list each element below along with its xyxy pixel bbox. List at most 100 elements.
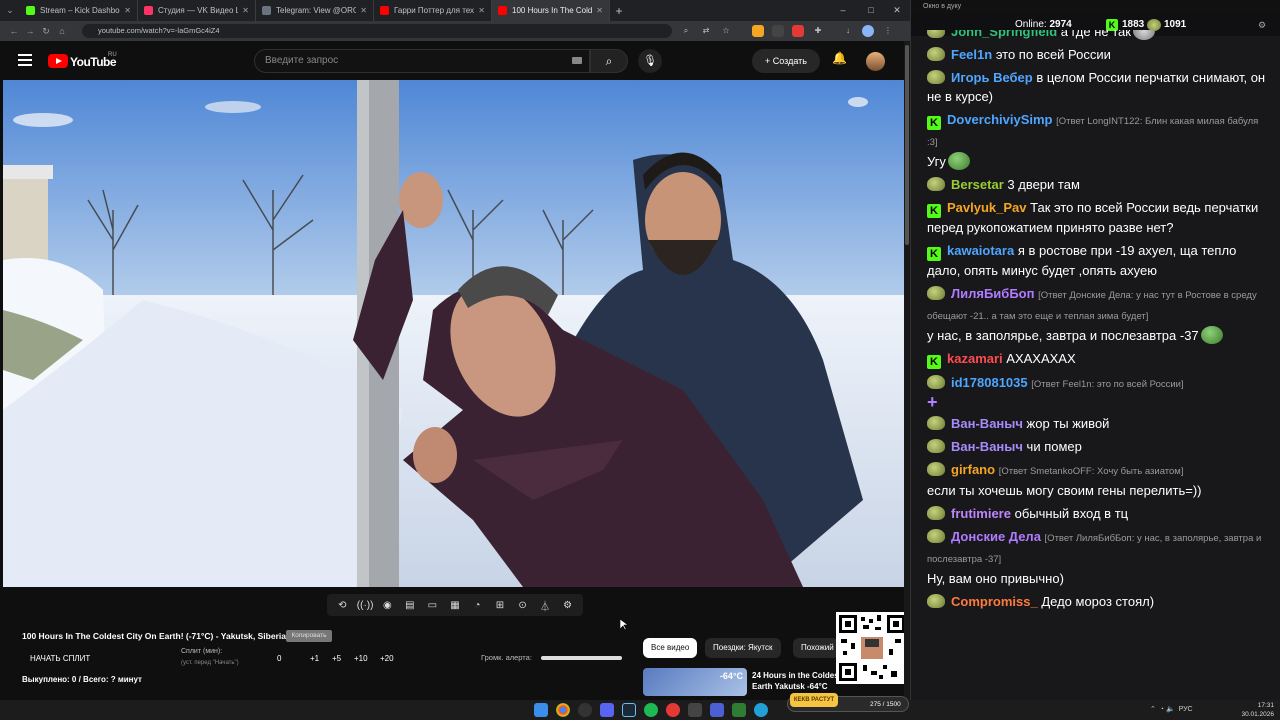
translate-icon[interactable]: ⇄ — [700, 25, 712, 37]
chat-username[interactable]: ЛиляБибБоп — [951, 286, 1034, 301]
volume-icon[interactable]: 🔈 — [1166, 706, 1175, 713]
chat-username[interactable]: girfano — [951, 462, 995, 477]
tab-vk-studio[interactable]: Студия — VK Видео Live✕ — [138, 0, 256, 21]
chat-message: id178081035 [Ответ Feel1n: это по всей Р… — [923, 371, 1273, 412]
profile-icon[interactable] — [862, 25, 874, 37]
start-split-button[interactable]: НАЧАТЬ СПЛИТ — [30, 654, 90, 663]
audio-icon[interactable]: ((·)) — [357, 600, 374, 611]
pip-icon[interactable]: ▭ — [424, 600, 440, 611]
tab-coldest-city[interactable]: 100 Hours In The Coldest C...✕ — [492, 0, 610, 21]
download-icon[interactable]: ↓ — [842, 25, 854, 37]
notifications-bell-icon[interactable]: 🔔 — [832, 51, 847, 65]
extension-control-bar: ⟲ ((·)) ◉ ▤ ▭ ▦ ◔ ⊞ ⊙ ⏃ ⚙ — [327, 594, 583, 616]
split-value-button[interactable]: +20 — [380, 654, 394, 663]
chat-username[interactable]: frutimiere — [951, 506, 1011, 521]
search-input[interactable]: Введите запрос — [254, 49, 590, 73]
camera-icon[interactable]: ⊙ — [515, 600, 531, 611]
language-indicator[interactable]: РУС — [1179, 706, 1193, 713]
account-avatar[interactable] — [866, 52, 885, 71]
menu-icon[interactable] — [18, 54, 32, 66]
eye-icon[interactable]: ◉ — [379, 600, 395, 611]
chat-username[interactable]: Игорь Вебер — [951, 70, 1033, 85]
extension-icon[interactable] — [752, 25, 764, 37]
steam-icon[interactable] — [622, 703, 636, 717]
app-icon[interactable] — [688, 703, 702, 717]
tab-kick-dashboard[interactable]: Stream – Kick Dashboard✕ — [20, 0, 138, 21]
puzzle-icon[interactable]: ✚ — [812, 25, 824, 37]
recommended-title[interactable]: 24 Hours in the Coldest Earth Yakutsk -6… — [752, 670, 842, 694]
add-box-icon[interactable]: ⊞ — [492, 600, 508, 611]
chip-similar[interactable]: Похожий — [793, 638, 839, 658]
app-icon[interactable] — [666, 703, 680, 717]
speed-icon[interactable]: ◔ — [469, 600, 485, 611]
taskbar: ⌃ ◔ 🔈 РУС 17:31 30.01.2026 — [0, 700, 1280, 720]
spotify-icon[interactable] — [644, 703, 658, 717]
film-icon[interactable]: ▤ — [402, 600, 418, 611]
search-button[interactable]: ⌕ — [590, 49, 628, 73]
chat-username[interactable]: id178081035 — [951, 375, 1028, 390]
obs-icon[interactable] — [578, 703, 592, 717]
split-value-button[interactable]: +10 — [354, 654, 368, 663]
telegram-icon[interactable] — [754, 703, 768, 717]
tab-close-icon[interactable]: ✕ — [124, 6, 131, 15]
maximize-button[interactable]: □ — [860, 0, 882, 21]
chat-username[interactable]: Bersetar — [951, 177, 1004, 192]
split-value-button[interactable]: 0 — [277, 654, 281, 663]
tab-close-icon[interactable]: ✕ — [242, 6, 249, 15]
tab-close-icon[interactable]: ✕ — [478, 6, 485, 15]
loop-icon[interactable]: ⟲ — [334, 600, 350, 611]
chat-username[interactable]: DoverchiviySimp — [947, 112, 1053, 127]
windows-start-icon[interactable] — [534, 703, 548, 717]
minimize-button[interactable]: – — [832, 0, 854, 21]
flask-icon[interactable]: ⏃ — [537, 598, 553, 613]
chat-username[interactable]: John_Springfield — [951, 30, 1057, 39]
chat-username[interactable]: Ван-Ваныч — [951, 416, 1023, 431]
extension-icon[interactable] — [792, 25, 804, 37]
close-button[interactable]: ✕ — [886, 0, 908, 21]
zoom-icon[interactable]: ⌕ — [680, 25, 692, 37]
split-hint: (уст. перед "Начать") — [181, 660, 239, 666]
url-field[interactable]: youtube.com/watch?v=-laGmGc4iZ4 — [82, 24, 672, 38]
new-tab-button[interactable]: + — [610, 4, 628, 18]
clock[interactable]: 17:31 30.01.2026 — [1241, 700, 1274, 720]
tab-harry-potter[interactable]: Гарри Поттер для тех, кто вы...✕ — [374, 0, 492, 21]
gear-icon[interactable]: ⚙ — [560, 600, 576, 611]
tray-chevron-icon[interactable]: ⌃ — [1150, 706, 1156, 713]
forward-icon[interactable]: → — [22, 26, 38, 36]
chip-all-videos[interactable]: Все видео — [643, 638, 698, 658]
create-button[interactable]: + Создать — [752, 49, 820, 73]
app-icon[interactable] — [710, 703, 724, 717]
network-icon[interactable]: ◔ — [1160, 706, 1164, 713]
tab-close-icon[interactable]: ✕ — [360, 6, 367, 15]
split-value-button[interactable]: +5 — [332, 654, 341, 663]
home-icon[interactable]: ⌂ — [54, 26, 70, 36]
bookmark-star-icon[interactable]: ☆ — [720, 25, 732, 37]
tab-close-icon[interactable]: ✕ — [596, 6, 603, 15]
copy-badge[interactable]: Копировать — [286, 630, 332, 642]
chat-username[interactable]: kawaiotara — [947, 243, 1014, 258]
split-value-button[interactable]: +1 — [310, 654, 319, 663]
chat-username[interactable]: Feel1n — [951, 47, 992, 62]
reload-icon[interactable]: ↻ — [38, 26, 54, 37]
alert-volume-slider[interactable] — [541, 656, 622, 660]
cinema-icon[interactable]: ▦ — [447, 600, 463, 611]
microphone-icon[interactable]: 🎙 — [638, 49, 662, 73]
menu-dots-icon[interactable]: ⋮ — [882, 25, 894, 37]
back-icon[interactable]: ← — [6, 26, 22, 36]
tab-search-icon[interactable]: ⌄ — [0, 5, 20, 16]
chat-username[interactable]: kazamari — [947, 351, 1003, 366]
chat-username[interactable]: Донские Дела — [951, 529, 1041, 544]
video-player[interactable] — [3, 80, 904, 587]
chat-username[interactable]: Compromiss_ — [951, 594, 1038, 609]
tab-telegram[interactable]: Telegram: View @ORGINALDA...✕ — [256, 0, 374, 21]
recommended-thumbnail[interactable]: -64°C — [643, 668, 747, 696]
discord-icon[interactable] — [600, 703, 614, 717]
youtube-logo-icon[interactable] — [48, 54, 68, 68]
extension-icon[interactable] — [772, 25, 784, 37]
keyboard-icon[interactable] — [572, 57, 582, 64]
chrome-icon[interactable] — [556, 703, 570, 717]
chat-username[interactable]: Ван-Ваныч — [951, 439, 1023, 454]
chip-yakutsk-trips[interactable]: Поездки: Якутск — [705, 638, 781, 658]
app-icon[interactable] — [732, 703, 746, 717]
chat-username[interactable]: Pavlyuk_Pav — [947, 200, 1027, 215]
